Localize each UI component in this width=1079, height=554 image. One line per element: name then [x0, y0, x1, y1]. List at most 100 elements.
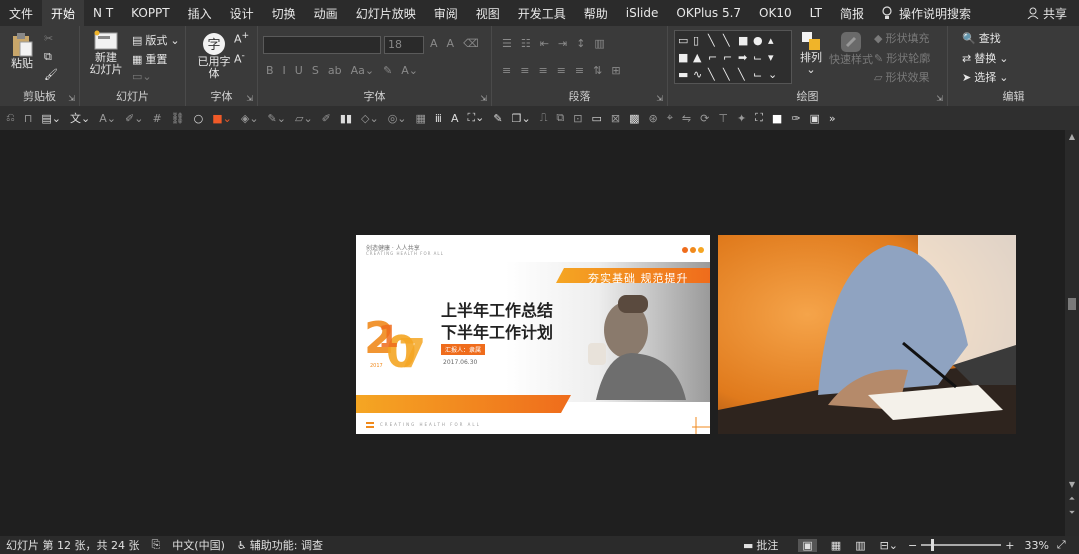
language-indicator[interactable]: 中文(中国) [172, 537, 225, 553]
stack-icon[interactable]: ❐⌄ [512, 112, 531, 125]
line-shape-icon[interactable]: ╲ [723, 34, 737, 50]
tab-animations[interactable]: 动画 [305, 0, 347, 26]
tab-help[interactable]: 帮助 [575, 0, 617, 26]
scroll-up-arrow-icon[interactable]: ▲ [1065, 132, 1079, 141]
distribute-icon[interactable]: ⊡ [573, 112, 582, 125]
rectangle-shape-icon[interactable]: ■ [738, 34, 752, 50]
tab-koppt[interactable]: KOPPT [122, 0, 178, 26]
tab-lt[interactable]: LT [801, 0, 831, 26]
clear-format-icon[interactable]: ⌫ [463, 37, 479, 50]
more-shapes-icon[interactable]: ⌄ [768, 68, 782, 84]
tell-me-search[interactable]: 操作说明搜索 [881, 5, 971, 22]
bullets-icon[interactable]: ☰ [502, 37, 512, 50]
char-spacing-icon[interactable]: ab [328, 64, 342, 77]
next-slide-icon[interactable]: ⏷ [1065, 508, 1079, 518]
paint-icon[interactable]: ✎ [493, 112, 502, 125]
accessibility-status[interactable]: 辅助功能: 调查 [250, 537, 323, 553]
line-spacing-icon[interactable]: ↕ [576, 37, 585, 50]
tab-insert[interactable]: 插入 [179, 0, 221, 26]
arrow-shape-icon[interactable]: ➡ [738, 51, 752, 67]
dialog-launcher-icon[interactable]: ⇲ [246, 94, 253, 103]
color-fill-icon[interactable]: ■⌄ [212, 112, 232, 125]
more-commands-icon[interactable]: » [829, 112, 836, 125]
circle-icon[interactable]: ○ [194, 112, 204, 125]
connector-shape-icon[interactable]: ⌐ [708, 51, 722, 67]
justify-icon[interactable]: ≡ [557, 64, 566, 77]
strikethrough-icon[interactable]: S [312, 64, 319, 77]
font-icon[interactable]: A⌄ [99, 112, 116, 125]
tab-home[interactable]: 开始 [42, 0, 85, 26]
tab-review[interactable]: 审阅 [425, 0, 467, 26]
tab-developer[interactable]: 开发工具 [509, 0, 575, 26]
numbering-icon[interactable]: ☷ [521, 37, 531, 50]
tab-design[interactable]: 设计 [221, 0, 263, 26]
table-icon[interactable]: ▦ [416, 112, 426, 125]
vertical-scrollbar[interactable]: ▲ ▼ ⏶ ⏷ [1065, 130, 1079, 536]
textbox-icon[interactable]: ▤⌄ [41, 112, 61, 125]
zoom-out-icon[interactable]: − [908, 539, 917, 552]
tab-file[interactable]: 文件 [0, 0, 42, 26]
slide-sorter-icon[interactable]: ▦ [831, 539, 841, 552]
zoom-slider-thumb[interactable] [931, 539, 935, 551]
text-direction-icon[interactable]: ⇅ [593, 64, 602, 77]
font-name-input[interactable] [263, 36, 381, 54]
hash-icon[interactable]: # [152, 112, 161, 125]
grow-font-button[interactable]: A+ [234, 30, 249, 46]
align-top-icon[interactable]: ⊤ [718, 112, 728, 125]
shapes-gallery[interactable]: ▭ ▯ ╲ ╲ ■ ● ▴ ■ ▲ ⌐ ⌐ ➡ ⌙ ▾ ▬ ∿ ╲ ╲ ╲ ⌙ [674, 30, 792, 84]
rounded-rect-shape-icon[interactable]: ▬ [678, 68, 692, 84]
share-button[interactable]: 共享 [1027, 0, 1067, 26]
align-center-icon[interactable]: ≡ [520, 64, 529, 77]
spellcheck-icon[interactable]: ⎘ [151, 538, 160, 552]
scroll-down-arrow-icon[interactable]: ▼ [1065, 480, 1079, 489]
normal-view-icon[interactable]: ▣ [798, 538, 817, 552]
decrease-font-icon[interactable]: A [447, 37, 455, 50]
tab-transitions[interactable]: 切换 [263, 0, 305, 26]
slide-photo-next[interactable] [718, 235, 1016, 434]
text-icon[interactable]: 文⌄ [70, 110, 90, 126]
crop-icon[interactable]: ⛶⌄ [467, 111, 484, 125]
scroll-up-icon[interactable]: ▴ [768, 34, 782, 50]
previous-slide-icon[interactable]: ⏶ [1065, 494, 1079, 504]
freeform-shape-icon[interactable]: ∿ [693, 68, 707, 84]
shape-fill-button[interactable]: ◆ 形状填充 [874, 30, 929, 46]
dialog-launcher-icon[interactable]: ⇲ [480, 94, 487, 103]
increase-font-icon[interactable]: A [430, 37, 438, 50]
shape-outline-button[interactable]: ✎ 形状轮廓 [874, 50, 930, 66]
rotate-icon[interactable]: ⟳ [700, 112, 709, 125]
grid-icon[interactable]: ⅲ [435, 112, 442, 125]
close-box-icon[interactable]: ⊠ [611, 112, 620, 125]
zoom-in-icon[interactable]: + [1005, 539, 1014, 552]
format-painter-button[interactable]: 🖌 [44, 68, 58, 81]
slide-thumbnail-current[interactable]: 2 0 1 7 创造健康 · 人人共享 CREATING HEALTH FOR … [356, 235, 710, 434]
picture-edit-icon[interactable]: ▩ [629, 112, 639, 125]
flip-icon[interactable]: ⇋ [682, 112, 691, 125]
tab-briefing[interactable]: 简报 [831, 0, 873, 26]
new-slide-button[interactable]: 新建 幻灯片 [86, 30, 126, 76]
paste-button[interactable]: 粘贴 [8, 32, 36, 70]
dialog-launcher-icon[interactable]: ⇲ [936, 94, 943, 103]
notes-icon[interactable]: ▬ [743, 539, 753, 552]
line-shape-icon[interactable]: ╲ [708, 34, 722, 50]
fit-slide-icon[interactable]: ⤢ [1057, 538, 1066, 552]
shapes-icon[interactable]: ◇⌄ [361, 112, 379, 125]
merge-icon[interactable]: ⊛ [649, 112, 658, 125]
elbow-shape-icon[interactable]: ⌙ [753, 68, 767, 84]
font-color-icon[interactable]: A⌄ [401, 64, 418, 77]
decrease-indent-icon[interactable]: ⇤ [540, 37, 549, 50]
replace-button[interactable]: ⇄ 替换 ⌄ [962, 50, 1008, 66]
font-size-input[interactable]: 18 [384, 36, 424, 54]
select-button[interactable]: ➤ 选择 ⌄ [962, 69, 1008, 85]
find-button[interactable]: 🔍 查找 [962, 30, 1001, 46]
tab-islide[interactable]: iSlide [617, 0, 668, 26]
cut-button[interactable]: ✂ [44, 32, 53, 45]
change-case-icon[interactable]: Aa⌄ [351, 64, 374, 77]
white-box-icon[interactable]: ■ [772, 112, 782, 125]
textbox-vertical-icon[interactable]: ▯ [693, 34, 707, 50]
bar-chart-icon[interactable]: ▮▮ [340, 112, 352, 125]
shrink-font-button[interactable]: A- [234, 50, 245, 66]
connector-shape-icon[interactable]: ⌐ [723, 51, 737, 67]
reading-view-icon[interactable]: ▥ [855, 539, 865, 552]
dialog-launcher-icon[interactable]: ⇲ [68, 94, 75, 103]
image-icon[interactable]: ▣ [810, 112, 820, 125]
